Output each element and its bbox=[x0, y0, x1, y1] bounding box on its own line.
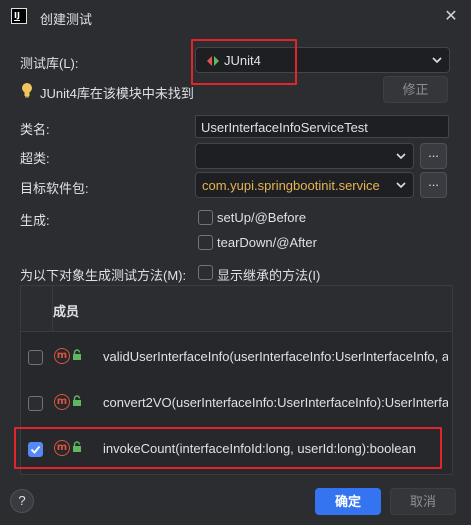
highlight-library bbox=[191, 39, 297, 85]
warning-text: JUnit4库在该模块中未找到 bbox=[40, 86, 194, 101]
ok-button[interactable]: 确定 bbox=[315, 488, 381, 515]
chevron-down-icon bbox=[431, 54, 443, 66]
classname-label: 类名: bbox=[20, 122, 50, 137]
chevron-down-icon bbox=[395, 179, 407, 191]
help-icon[interactable]: ? bbox=[10, 489, 34, 513]
classname-field[interactable]: UserInterfaceInfoServiceTest bbox=[195, 115, 449, 138]
setup-label: setUp/@Before bbox=[217, 210, 307, 225]
title-bar: IJ 创建测试 ✕ bbox=[0, 0, 471, 34]
member-column-header[interactable]: 成员 bbox=[53, 301, 79, 320]
package-select[interactable]: com.yupi.springbootinit.service bbox=[195, 172, 414, 198]
dialog-title: 创建测试 bbox=[40, 12, 93, 27]
table-header: 成员 bbox=[21, 286, 452, 332]
inherited-checkbox[interactable] bbox=[198, 265, 213, 280]
generate-label: 生成: bbox=[20, 213, 50, 228]
lock-icon bbox=[72, 395, 82, 407]
intellij-app-icon: IJ bbox=[11, 8, 27, 24]
inherited-label: 显示继承的方法(I) bbox=[217, 268, 321, 283]
superclass-browse-button[interactable]: ... bbox=[420, 143, 447, 169]
package-label: 目标软件包: bbox=[20, 181, 89, 196]
classname-value: UserInterfaceInfoServiceTest bbox=[201, 120, 368, 135]
highlight-row bbox=[14, 427, 442, 469]
members-label: 为以下对象生成测试方法(M): bbox=[20, 268, 187, 283]
fix-button[interactable]: 修正 bbox=[383, 76, 448, 103]
lightbulb-icon bbox=[21, 82, 33, 98]
method-signature: convert2VO(userInterfaceInfo:UserInterfa… bbox=[103, 395, 448, 410]
table-row[interactable]: m validUserInterfaceInfo(userInterfaceIn… bbox=[21, 335, 452, 381]
table-scrollbar[interactable] bbox=[444, 332, 450, 476]
chevron-down-icon bbox=[395, 150, 407, 162]
method-icon: m bbox=[54, 394, 70, 410]
superclass-label: 超类: bbox=[20, 151, 50, 166]
teardown-label: tearDown/@After bbox=[217, 235, 317, 250]
method-signature: validUserInterfaceInfo(userInterfaceInfo… bbox=[103, 349, 448, 364]
table-row[interactable]: m convert2VO(userInterfaceInfo:UserInter… bbox=[21, 381, 452, 427]
teardown-checkbox[interactable] bbox=[198, 235, 213, 250]
package-value: com.yupi.springbootinit.service bbox=[202, 178, 380, 193]
row-checkbox[interactable] bbox=[28, 396, 43, 411]
setup-checkbox[interactable] bbox=[198, 210, 213, 225]
method-icon: m bbox=[54, 348, 70, 364]
lock-icon bbox=[72, 349, 82, 361]
superclass-select[interactable] bbox=[195, 143, 414, 169]
cancel-button[interactable]: 取消 bbox=[390, 488, 456, 515]
library-label: 测试库(L): bbox=[20, 56, 79, 71]
close-icon[interactable]: ✕ bbox=[440, 6, 462, 28]
row-checkbox[interactable] bbox=[28, 350, 43, 365]
package-browse-button[interactable]: ... bbox=[420, 172, 447, 198]
